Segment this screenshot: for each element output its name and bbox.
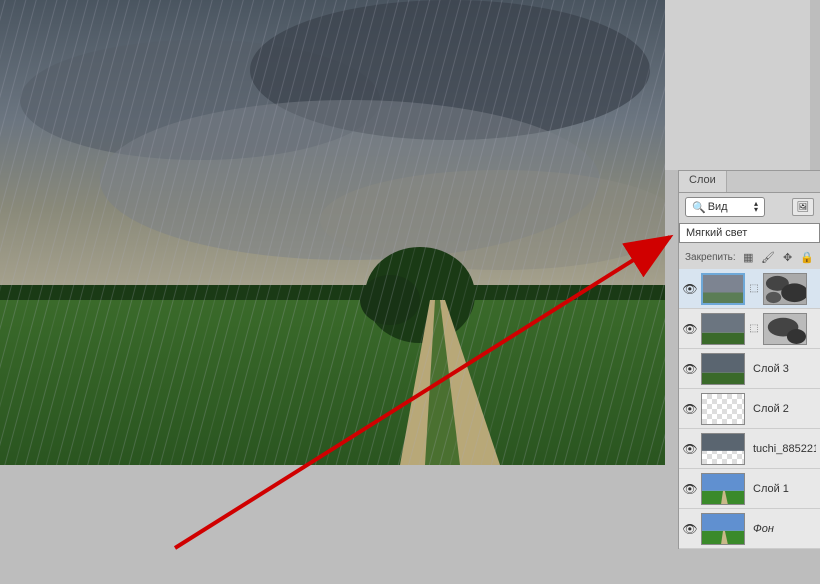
layer-thumbnail[interactable] [701, 433, 745, 465]
canvas-area [0, 0, 665, 465]
visibility-eye-icon[interactable]: 👁 [683, 322, 697, 336]
lock-paint-icon[interactable]: 🖌 [761, 249, 775, 265]
visibility-eye-icon[interactable]: 👁 [683, 482, 697, 496]
layer-filter-select[interactable]: 🔍 Вид ▴▾ [685, 197, 765, 217]
link-icon[interactable]: ⬚ [749, 283, 759, 294]
dropdown-arrows-icon: ▴▾ [754, 201, 758, 213]
link-icon[interactable]: ⬚ [749, 323, 759, 334]
layer-thumbnail[interactable] [701, 273, 745, 305]
lock-position-icon[interactable]: ✥ [781, 249, 794, 265]
layer-thumbnail[interactable] [701, 513, 745, 545]
filter-label: Вид [708, 201, 728, 213]
layer-thumbnail[interactable] [701, 353, 745, 385]
layer-name[interactable]: Слой 2 [753, 403, 789, 415]
visibility-eye-icon[interactable]: 👁 [683, 282, 697, 296]
layer-row[interactable]: 👁 ⬚ [679, 269, 820, 309]
layer-row[interactable]: 👁 Слой 2 [679, 389, 820, 429]
layers-panel: Слои 🔍 Вид ▴▾ 🖼 Мягкий свет Закрепить: ▦… [678, 170, 820, 549]
layer-mask-thumbnail[interactable] [763, 273, 807, 305]
tab-layers[interactable]: Слои [679, 171, 727, 192]
filter-thumbnail-toggle[interactable]: 🖼 [792, 198, 814, 216]
layer-thumbnail[interactable] [701, 393, 745, 425]
blend-mode-select[interactable]: Мягкий свет [679, 223, 820, 243]
visibility-eye-icon[interactable]: 👁 [683, 362, 697, 376]
layer-name[interactable]: Фон [753, 523, 774, 535]
layer-name[interactable]: tuchi_88522166... [753, 443, 816, 455]
layer-row[interactable]: 👁 Слой 3 [679, 349, 820, 389]
visibility-eye-icon[interactable]: 👁 [683, 402, 697, 416]
lock-label: Закрепить: [685, 252, 736, 263]
search-icon: 🔍 [692, 201, 706, 214]
panel-tab-bar: Слои [679, 171, 820, 193]
lock-all-icon[interactable]: 🔒 [800, 249, 814, 265]
layer-name[interactable]: Слой 1 [753, 483, 789, 495]
lock-transparency-icon[interactable]: ▦ [742, 249, 755, 265]
visibility-eye-icon[interactable]: 👁 [683, 522, 697, 536]
layer-list: 👁 ⬚ 👁 [679, 269, 820, 549]
layer-row[interactable]: 👁 Слой 1 [679, 469, 820, 509]
workspace-background [665, 0, 810, 170]
layer-row[interactable]: 👁 ⬚ [679, 309, 820, 349]
layer-row[interactable]: 👁 tuchi_88522166... [679, 429, 820, 469]
layer-thumbnail[interactable] [701, 313, 745, 345]
document-image[interactable] [0, 0, 665, 465]
layer-mask-thumbnail[interactable] [763, 313, 807, 345]
layer-row[interactable]: 👁 Фон [679, 509, 820, 549]
workspace-background-bottom [0, 465, 665, 584]
layer-thumbnail[interactable] [701, 473, 745, 505]
layer-name[interactable]: Слой 3 [753, 363, 789, 375]
visibility-eye-icon[interactable]: 👁 [683, 442, 697, 456]
